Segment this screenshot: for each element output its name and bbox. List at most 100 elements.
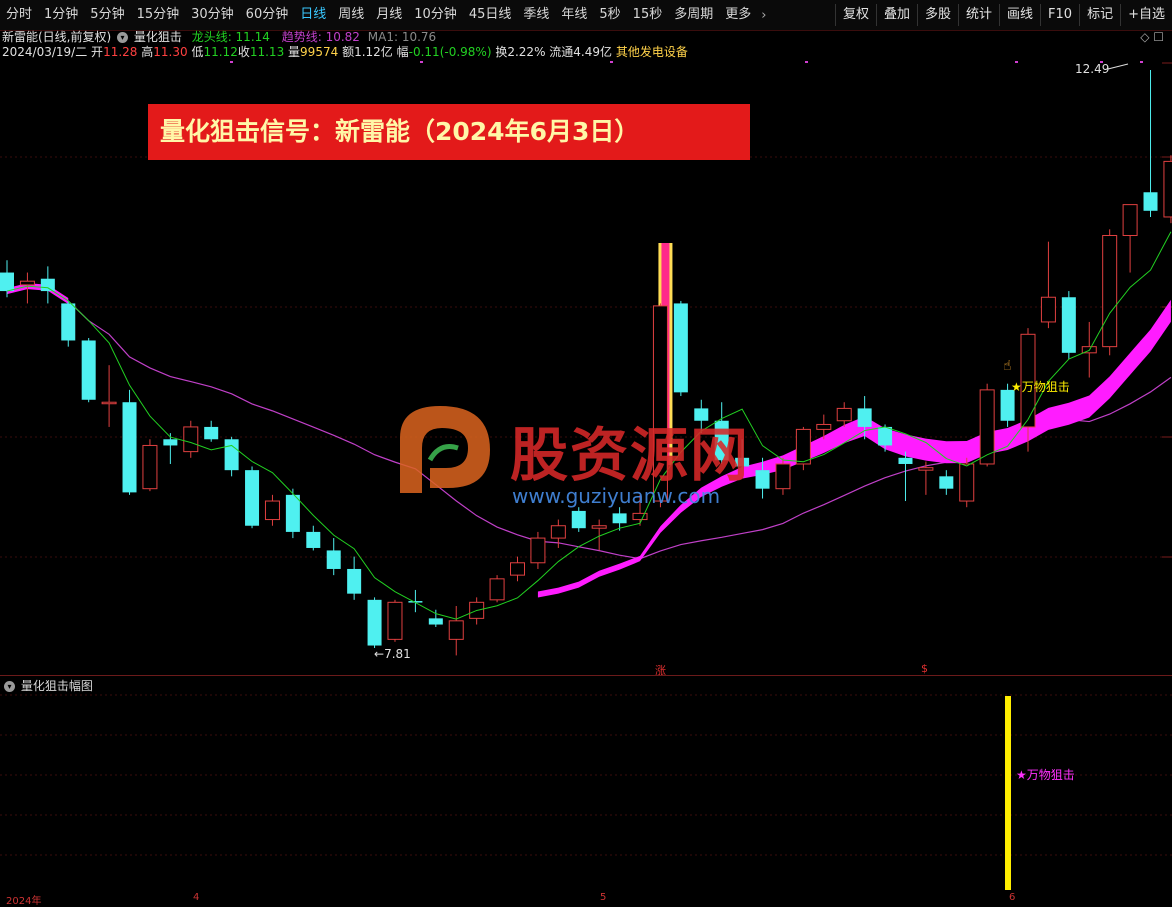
candle[interactable] xyxy=(959,457,975,508)
candle-body xyxy=(0,272,14,292)
toolbar-button[interactable]: 叠加 xyxy=(875,4,917,26)
toolbar-button[interactable]: +自选 xyxy=(1120,4,1172,26)
period-tab[interactable]: 日线 xyxy=(294,0,332,30)
candle[interactable] xyxy=(428,609,443,628)
candle[interactable] xyxy=(795,426,811,471)
candle-body xyxy=(775,463,791,490)
dropdown-circle-icon[interactable]: ▾ xyxy=(117,32,129,43)
candle[interactable] xyxy=(1040,241,1056,329)
toolbar-button[interactable]: 统计 xyxy=(958,4,999,26)
toolbar-button[interactable]: F10 xyxy=(1040,4,1079,26)
window-icons[interactable]: ◇ ☐ xyxy=(1140,30,1164,44)
candle-body xyxy=(632,512,648,521)
toolbar-button[interactable]: 多股 xyxy=(917,4,958,26)
date-tick: 5 xyxy=(600,892,607,903)
candle[interactable] xyxy=(530,531,546,569)
candle[interactable] xyxy=(571,507,586,532)
period-tab[interactable]: 15秒 xyxy=(627,0,669,30)
candle[interactable] xyxy=(204,420,219,442)
date-tick: 2024年 xyxy=(6,896,42,907)
candle-body xyxy=(530,537,546,564)
candle[interactable] xyxy=(163,433,178,464)
candle-body xyxy=(489,578,505,601)
sub-chart[interactable] xyxy=(0,676,1172,892)
candle[interactable] xyxy=(101,365,117,427)
ma-label: MA1: 10.76 xyxy=(367,30,437,44)
candle[interactable] xyxy=(979,383,995,467)
candle[interactable] xyxy=(408,589,423,613)
candle-body xyxy=(571,510,586,529)
indicator-name[interactable]: 量化狙击 xyxy=(134,30,182,44)
candle[interactable] xyxy=(306,525,321,551)
candle[interactable] xyxy=(1061,291,1076,359)
period-tab[interactable]: 60分钟 xyxy=(240,0,295,30)
period-tab[interactable]: 年线 xyxy=(555,0,593,30)
candle[interactable] xyxy=(489,575,505,603)
candle-body xyxy=(1122,204,1138,236)
candle-body xyxy=(510,562,525,576)
candle[interactable] xyxy=(224,436,239,477)
open-value: 11.28 xyxy=(103,45,138,59)
toolbar-button[interactable]: 标记 xyxy=(1079,4,1120,26)
candle[interactable] xyxy=(245,466,260,529)
candle[interactable] xyxy=(387,599,403,642)
candle[interactable] xyxy=(264,494,280,526)
period-tab[interactable]: 周线 xyxy=(332,0,370,30)
candle-body xyxy=(550,525,566,539)
candle-body xyxy=(878,426,893,446)
period-tab[interactable]: 季线 xyxy=(517,0,555,30)
toolbar-button[interactable]: 画线 xyxy=(999,4,1040,26)
candle[interactable] xyxy=(1143,70,1158,217)
candle[interactable] xyxy=(898,451,913,502)
candle[interactable] xyxy=(1102,229,1118,356)
period-tab[interactable]: 10分钟 xyxy=(408,0,463,30)
candle[interactable] xyxy=(326,538,341,576)
candle-body xyxy=(183,426,199,453)
top-marker xyxy=(1140,61,1143,63)
candle-body xyxy=(367,599,382,646)
candle[interactable] xyxy=(122,389,137,495)
period-toolbar: 分时 1分钟 5分钟 15分钟 30分钟 60分钟 日线 周线 月线 10分钟 45日线 季线 年线 5秒… xyxy=(0,0,1172,31)
candle[interactable] xyxy=(1122,204,1138,273)
candle-body xyxy=(19,280,35,286)
candle-body xyxy=(591,525,607,529)
period-tab[interactable]: 45日线 xyxy=(463,0,518,30)
top-marker xyxy=(805,61,808,63)
amount-value: 额1.12亿 xyxy=(342,45,393,59)
sub-signal-label: ★万物狙击 xyxy=(1016,768,1075,782)
period-tab[interactable]: 更多 xyxy=(719,0,757,30)
high-value: 11.30 xyxy=(153,45,188,59)
period-tab[interactable]: 5秒 xyxy=(593,0,626,30)
period-tab[interactable]: 月线 xyxy=(370,0,408,30)
candle-body xyxy=(387,601,403,640)
candle[interactable] xyxy=(40,266,55,304)
candle[interactable] xyxy=(61,300,76,347)
period-tab[interactable]: 30分钟 xyxy=(185,0,240,30)
period-tab[interactable]: 15分钟 xyxy=(131,0,186,30)
candle[interactable] xyxy=(81,338,96,403)
period-tab[interactable]: 分时 xyxy=(0,0,38,30)
candle[interactable] xyxy=(673,300,688,397)
candle-body xyxy=(81,340,96,400)
candle-body xyxy=(347,568,362,594)
period-tab[interactable]: 5分钟 xyxy=(84,0,130,30)
change-value: -0.11(-0.98%) xyxy=(408,45,492,59)
candle[interactable] xyxy=(183,420,199,458)
candle[interactable] xyxy=(142,439,158,492)
candle[interactable] xyxy=(1163,155,1172,224)
candle[interactable] xyxy=(347,556,362,600)
watermark-text: 股资源网 xyxy=(510,421,751,489)
sector-link[interactable]: 其他发电设备 xyxy=(616,45,688,59)
period-tab[interactable]: 多周期 xyxy=(668,0,719,30)
candle[interactable] xyxy=(591,519,607,551)
more-chevron-icon[interactable]: › xyxy=(757,8,770,23)
candle[interactable] xyxy=(285,488,300,539)
candle[interactable] xyxy=(448,606,464,656)
candle[interactable] xyxy=(939,470,954,495)
candle[interactable] xyxy=(367,597,382,648)
toolbar-button[interactable]: 复权 xyxy=(834,4,876,26)
candle[interactable] xyxy=(510,556,525,582)
candle-body xyxy=(40,278,55,292)
candle-body xyxy=(612,513,627,524)
period-tab[interactable]: 1分钟 xyxy=(38,0,84,30)
